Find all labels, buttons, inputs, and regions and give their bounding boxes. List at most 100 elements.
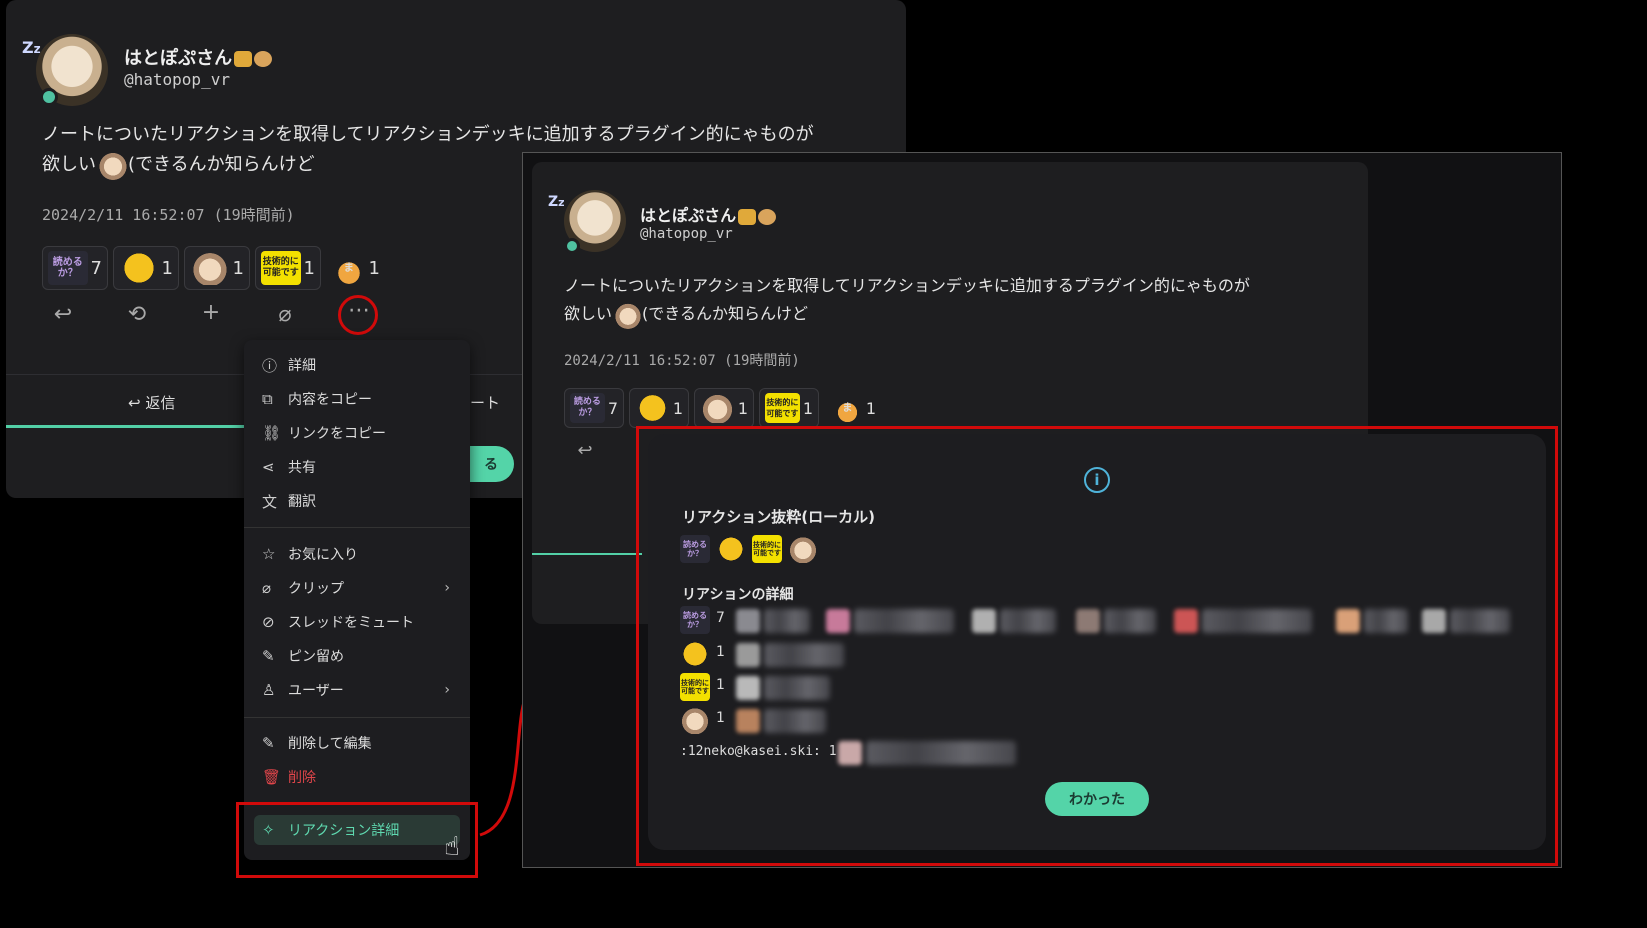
gijutsuteki-sign-emoji: 技術的に 可能です [261, 251, 301, 285]
author-handle[interactable]: @hatopop_vr [640, 226, 733, 242]
menu-item-favorite[interactable]: ☆ お気に入り [262, 539, 458, 569]
plus-icon[interactable]: + [196, 300, 226, 325]
menu-item-mute-thread[interactable]: ⊘ スレッドをミュート [262, 607, 458, 637]
gijutsuteki-sign-emoji: 技術的に 可能です [765, 393, 800, 423]
reaction-button[interactable]: 1 [113, 246, 179, 290]
detail-row: 1 [680, 706, 1080, 736]
reactor-avatar[interactable] [1174, 609, 1198, 633]
reaction-count: 7 [90, 257, 102, 279]
author-display-name[interactable]: はとぽぷさん [640, 206, 736, 225]
renote-icon[interactable]: ⟲ [122, 302, 152, 327]
reaction-button[interactable]: ま 1 [826, 388, 882, 428]
note-author-avatar[interactable]: Zz [22, 34, 108, 106]
detail-row: 技術的に 可能です 1 [680, 673, 1080, 703]
reaction-button[interactable]: 読める か？ 7 [564, 388, 624, 428]
chevron-right-icon: › [444, 682, 450, 698]
reactor-avatar[interactable] [972, 609, 996, 633]
author-handle[interactable]: @hatopop_vr [124, 70, 230, 89]
active-tab-indicator [532, 553, 642, 555]
yellow-cat-emoji [716, 535, 746, 563]
reaction-count: 1 [865, 398, 876, 418]
girl-face-emoji-icon [614, 300, 643, 329]
reactor-name[interactable] [854, 609, 954, 633]
menu-item-copy-link[interactable]: ⛓ リンクをコピー [262, 418, 458, 448]
paperclip-icon[interactable]: ⌀ [270, 302, 300, 327]
menu-item-delete[interactable]: 🗑 削除 [262, 762, 458, 792]
menu-item-pin[interactable]: ✎ ピン留め [262, 641, 458, 671]
yomeruka-text-emoji: 読める か？ [48, 251, 88, 285]
reaction-button[interactable]: 1 [184, 246, 250, 290]
reactor-avatar[interactable] [736, 643, 760, 667]
reactor-avatar[interactable] [736, 609, 760, 633]
note-timestamp[interactable]: 2024/2/11 16:52:07 (19時間前) [42, 204, 295, 225]
reaction-button[interactable]: 読める か？ 7 [42, 246, 108, 290]
menu-item-label: クリップ [288, 581, 344, 597]
note-text-line1: ノートについたリアクションを取得してリアクションデッキに追加するプラグイン的にゃ… [42, 124, 814, 145]
menu-item-copy-content[interactable]: ⧉ 内容をコピー [262, 384, 458, 414]
section-title-local-excerpt: リアクション抜粋(ローカル) [682, 508, 875, 526]
menu-item-delete-edit[interactable]: ✎ 削除して編集 [262, 728, 458, 758]
reply-icon[interactable]: ↩ [570, 440, 600, 461]
reactor-name[interactable] [764, 676, 830, 700]
detail-count: 1 [716, 644, 725, 660]
reactor-avatar[interactable] [838, 741, 862, 765]
reactor-name[interactable] [1450, 609, 1510, 633]
reactor-name[interactable] [1202, 609, 1312, 633]
user-icon: ♙ [262, 681, 276, 699]
reaction-button[interactable]: ま 1 [326, 246, 386, 290]
reaction-detail-highlight [236, 802, 478, 878]
reactor-name[interactable] [866, 741, 1016, 765]
reactor-avatar[interactable] [1422, 609, 1446, 633]
tab-reply[interactable]: ↩ 返信 [128, 392, 175, 413]
reaction-button[interactable]: 技術的に 可能です 1 [255, 246, 321, 290]
paperclip-icon: ⌀ [262, 579, 272, 597]
note-timestamp[interactable]: 2024/2/11 16:52:07 (19時間前) [564, 350, 800, 370]
yellow-cat-emoji [635, 393, 670, 423]
menu-item-label: 削除 [288, 770, 316, 786]
emoji-text: 技術的に 可能です [753, 541, 781, 557]
reaction-count: 1 [368, 257, 380, 279]
menu-item-share[interactable]: ⋖ 共有 [262, 452, 458, 482]
menu-item-user[interactable]: ♙ ユーザー › [262, 675, 458, 705]
12neko-emoji: ま [832, 393, 863, 423]
menu-item-details[interactable]: ⓘ 詳細 [262, 350, 458, 380]
reactor-avatar[interactable] [826, 609, 850, 633]
more-icon-highlight [338, 295, 378, 335]
gijutsuteki-sign-emoji: 技術的に 可能です [680, 673, 710, 701]
edit-icon: ✎ [262, 734, 275, 752]
reactor-name[interactable] [1104, 609, 1156, 633]
reactor-name[interactable] [764, 643, 844, 667]
reactor-avatar[interactable] [1076, 609, 1100, 633]
info-circle-icon: i [1084, 467, 1110, 493]
reactor-name[interactable] [764, 609, 810, 633]
reaction-count: 1 [232, 257, 244, 279]
reactor-name[interactable] [1000, 609, 1056, 633]
reaction-button[interactable]: 技術的に 可能です 1 [759, 388, 819, 428]
note-author-avatar[interactable]: Zz [548, 190, 626, 254]
emoji-text: ま [842, 402, 853, 414]
girl-face-emoji [700, 393, 735, 423]
see-more-label: る [484, 457, 498, 473]
reactor-avatar[interactable] [736, 709, 760, 733]
menu-item-translate[interactable]: 文翻訳 [262, 486, 458, 516]
ok-button[interactable]: わかった [1045, 782, 1149, 816]
cat-emoji-icon [254, 51, 273, 67]
reactor-avatar[interactable] [736, 676, 760, 700]
bell-emoji-icon [738, 208, 757, 225]
share-icon: ⋖ [262, 458, 275, 476]
zzz-icon: Zz [22, 38, 41, 57]
reply-icon[interactable]: ↩ [48, 302, 78, 327]
note-text-line2-before: 欲しい [564, 304, 613, 323]
reaction-count: 1 [672, 398, 683, 418]
reactor-name[interactable] [1364, 609, 1408, 633]
reactor-name[interactable] [764, 709, 826, 733]
translate-icon: 文 [262, 492, 278, 511]
tab-renote[interactable]: ート [470, 392, 500, 413]
reaction-button[interactable]: 1 [694, 388, 754, 428]
menu-item-clip[interactable]: ⌀ クリップ › [262, 573, 458, 603]
author-display-name[interactable]: はとぽぷさん [124, 48, 232, 69]
info-icon: ⓘ [262, 356, 278, 375]
detail-count: 7 [716, 610, 725, 626]
reactor-avatar[interactable] [1336, 609, 1360, 633]
reaction-button[interactable]: 1 [629, 388, 689, 428]
